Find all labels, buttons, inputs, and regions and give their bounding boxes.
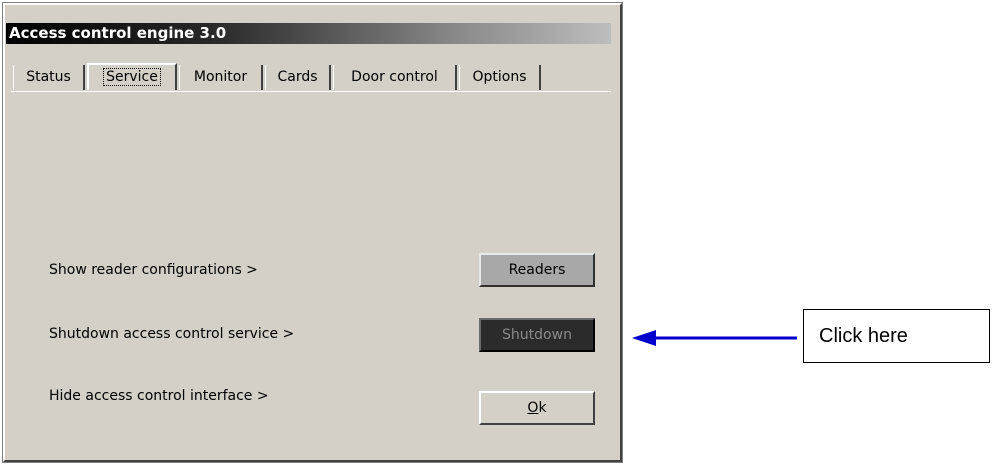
left-arrow-icon	[632, 330, 797, 346]
tab-monitor[interactable]: Monitor	[179, 65, 263, 90]
tab-door-control-label: Door control	[351, 69, 438, 85]
click-here-callout: Click here	[803, 309, 990, 363]
ok-button[interactable]: Ok	[479, 391, 595, 425]
tab-service-label: Service	[103, 68, 161, 86]
hide-row-label: Hide access control interface >	[49, 388, 269, 404]
readers-button[interactable]: Readers	[479, 253, 595, 287]
ok-button-label-rest: k	[538, 400, 547, 416]
tab-door-control[interactable]: Door control	[333, 65, 457, 90]
tab-monitor-label: Monitor	[193, 69, 248, 85]
tab-service[interactable]: Service	[87, 63, 177, 90]
tab-options[interactable]: Options	[459, 65, 541, 90]
readers-row-label: Show reader configurations >	[49, 262, 258, 278]
shutdown-row-label: Shutdown access control service >	[49, 326, 295, 342]
tab-status-label: Status	[26, 69, 71, 85]
ok-button-accelerator: O	[527, 400, 539, 416]
tab-panel-border	[11, 91, 611, 92]
window-title: Access control engine 3.0	[6, 23, 611, 44]
tab-cards[interactable]: Cards	[265, 65, 331, 90]
app-window: Access control engine 3.0 Status Service…	[3, 3, 622, 462]
tab-cards-label: Cards	[277, 69, 318, 85]
tab-options-label: Options	[472, 69, 527, 85]
shutdown-button[interactable]: Shutdown	[479, 318, 595, 352]
tab-status[interactable]: Status	[13, 65, 85, 90]
